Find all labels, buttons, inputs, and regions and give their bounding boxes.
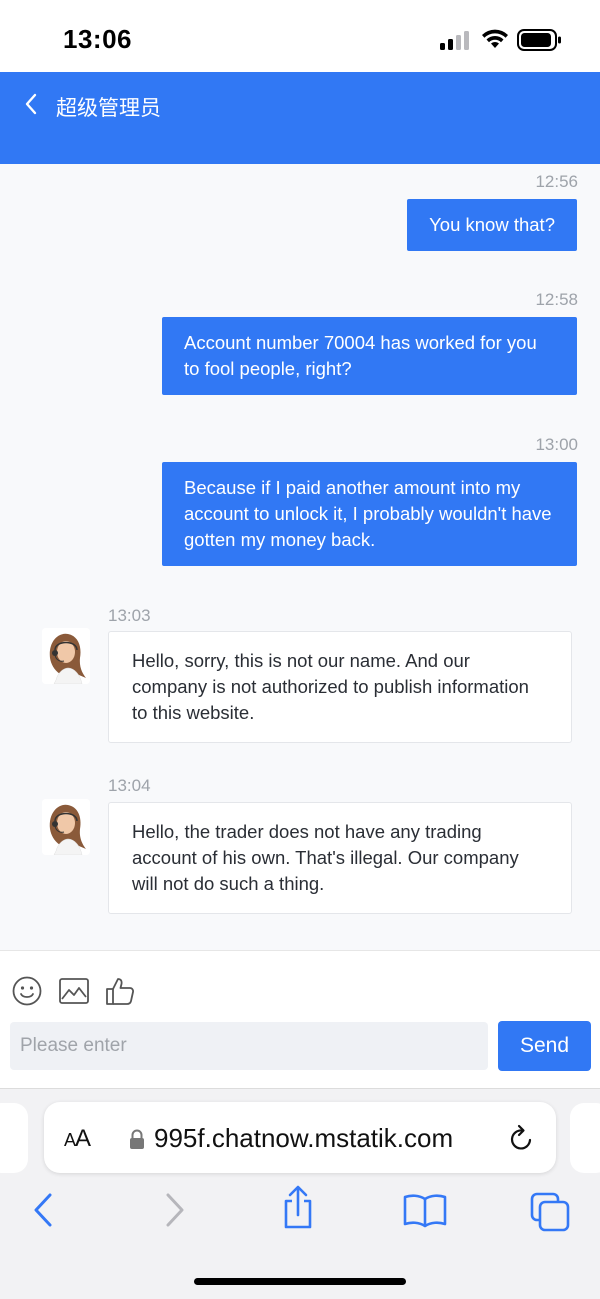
incoming-message: Hello, the trader does not have any trad…: [108, 802, 572, 914]
wifi-icon: [482, 29, 508, 48]
aa-small: A: [64, 1130, 76, 1150]
share-icon[interactable]: [280, 1185, 316, 1231]
emoji-icon[interactable]: [11, 975, 43, 1007]
previous-tab-preview[interactable]: [0, 1103, 28, 1173]
send-button[interactable]: Send: [498, 1021, 591, 1071]
agent-avatar-image: [42, 799, 90, 855]
chat-title: 超级管理员: [56, 97, 161, 120]
aa-large: A: [75, 1125, 91, 1152]
outgoing-message: Because if I paid another amount into my…: [162, 462, 577, 566]
message-timestamp: 12:56: [535, 172, 578, 191]
message-timestamp: 13:00: [535, 435, 578, 454]
reader-text-size-button[interactable]: AA: [64, 1125, 91, 1153]
tabs-icon[interactable]: [530, 1192, 572, 1232]
message-timestamp: 13:04: [108, 776, 151, 795]
message-timestamp: 13:03: [108, 606, 151, 625]
status-bar: 13:06: [0, 0, 600, 72]
agent-avatar: [42, 628, 90, 684]
url-text: 995f.chatnow.mstatik.com: [154, 1123, 454, 1153]
back-chevron-icon[interactable]: [20, 90, 44, 118]
cellular-signal-icon: [440, 30, 470, 50]
browser-toolbar: AA 995f.chatnow.mstatik.com: [0, 1088, 600, 1299]
battery-icon: [517, 29, 561, 51]
back-arrow-icon[interactable]: [30, 1189, 58, 1231]
message-timestamp: 12:58: [535, 290, 578, 309]
message-input[interactable]: [10, 1022, 488, 1070]
next-tab-preview[interactable]: [570, 1103, 600, 1173]
agent-avatar-image: [42, 628, 90, 684]
outgoing-message: You know that?: [407, 199, 577, 251]
message-composer: Send: [0, 950, 600, 1089]
image-icon[interactable]: [58, 975, 90, 1007]
address-bar[interactable]: AA 995f.chatnow.mstatik.com: [44, 1102, 556, 1173]
incoming-message: Hello, sorry, this is not our name. And …: [108, 631, 572, 743]
thumbs-up-icon[interactable]: [104, 975, 136, 1007]
lock-icon: [130, 1129, 144, 1149]
reload-icon[interactable]: [508, 1123, 536, 1153]
outgoing-message: Account number 70004 has worked for you …: [162, 317, 577, 395]
agent-avatar: [42, 799, 90, 855]
chat-messages[interactable]: 12:56 You know that? 12:58 Account numbe…: [0, 164, 600, 950]
chat-header: 超级管理员: [0, 72, 600, 164]
home-indicator[interactable]: [194, 1278, 406, 1285]
forward-arrow-icon[interactable]: [160, 1189, 188, 1231]
status-time: 13:06: [63, 24, 132, 54]
bookmarks-icon[interactable]: [402, 1192, 448, 1228]
